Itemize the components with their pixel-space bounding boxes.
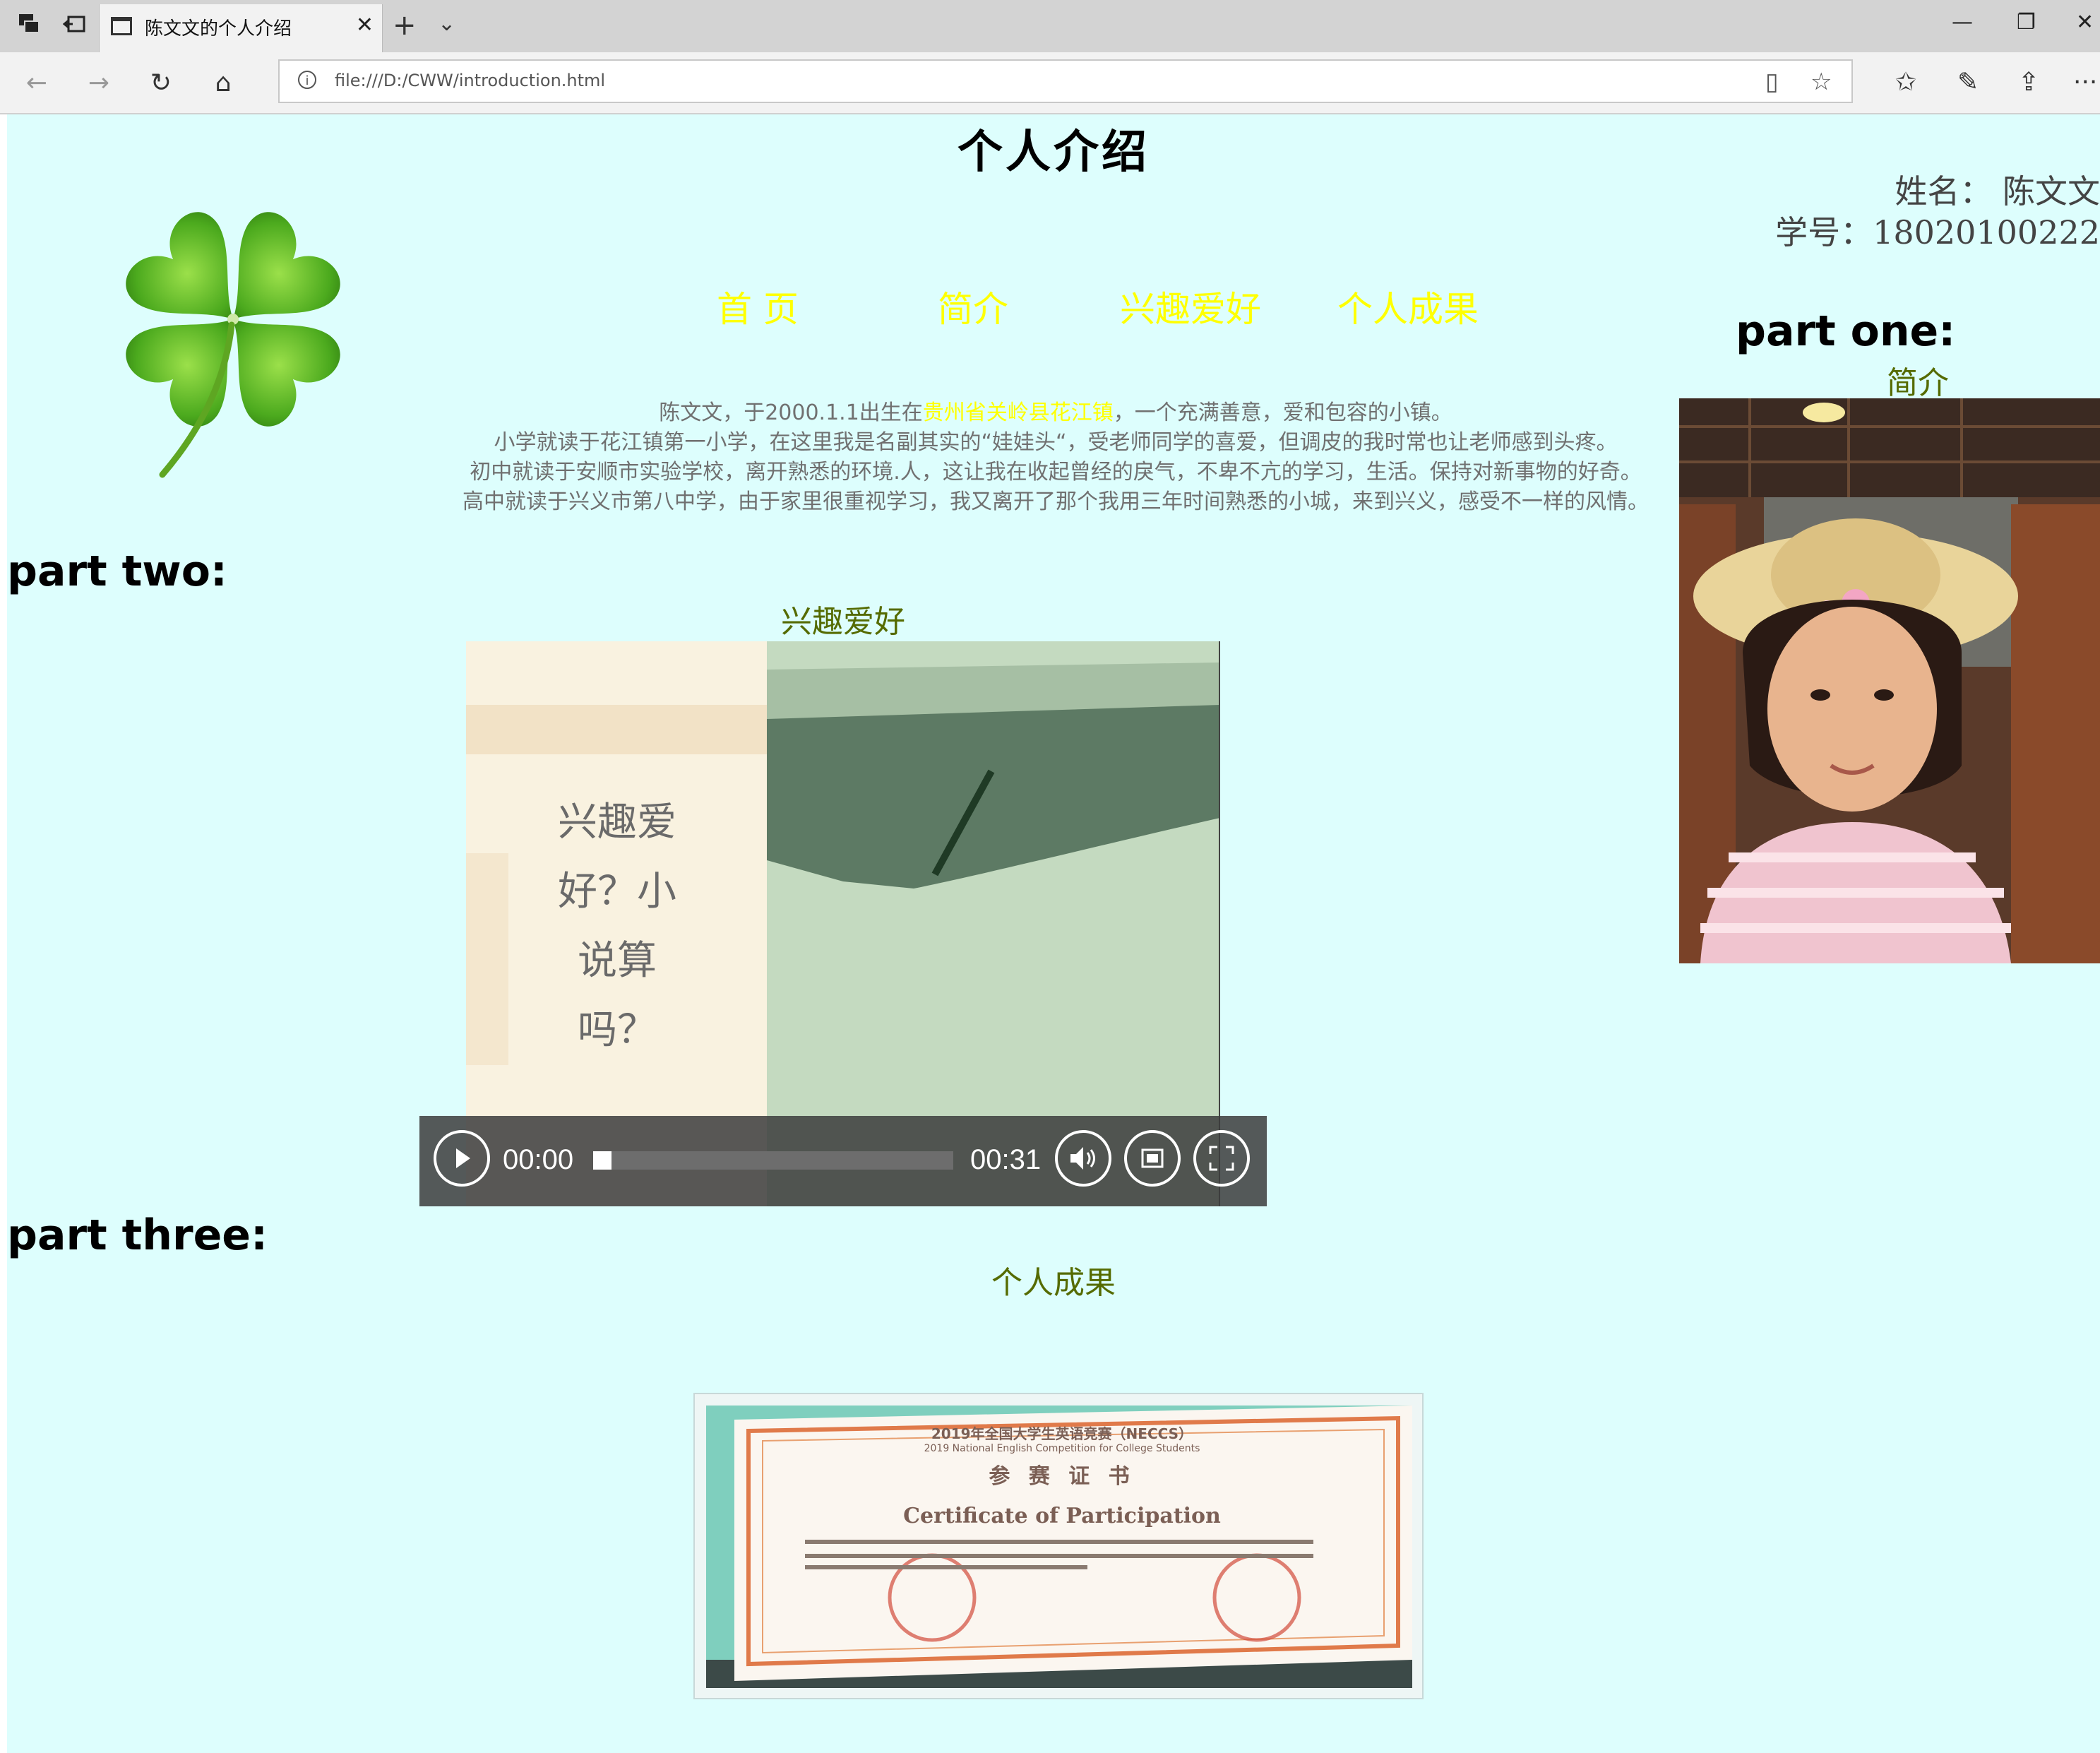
intro-line-1-start: 陈文文，于2000.1.1出生在 <box>659 400 923 425</box>
video-controls: 00:00 00:31 <box>419 1116 1267 1206</box>
share-icon[interactable]: ⇪ <box>2018 68 2039 97</box>
total-time: 00:31 <box>970 1144 1042 1175</box>
part-one-subtitle: 简介 <box>1887 365 1949 401</box>
play-button[interactable] <box>434 1130 490 1187</box>
web-note-icon[interactable]: ✎ <box>1957 68 1979 97</box>
set-aside-tabs-icon[interactable] <box>61 13 89 41</box>
video-caption-line-4: 吗？ <box>578 1007 657 1053</box>
favorites-icon[interactable]: ✩ <box>1895 68 1916 97</box>
certificate-line-1: 2019年全国大学生英语竞赛（NECCS） <box>931 1425 1193 1442</box>
nav-link-hobbies[interactable]: 兴趣爱好 <box>1120 281 1261 332</box>
intro-line-4: 高中就读于兴义市第八中学，由于家里很重视学习，我又离开了那个我用三年时间熟悉的小… <box>463 489 1649 514</box>
nav-link-achievements[interactable]: 个人成果 <box>1337 281 1479 332</box>
address-text[interactable]: file:///D:/CWW/introduction.html <box>335 71 605 90</box>
part-three-title: part three: <box>7 1211 268 1260</box>
tab-actions-icon[interactable] <box>16 13 44 41</box>
hometown-highlight: 贵州省关岭县花江镇 <box>922 400 1114 425</box>
back-icon[interactable]: ← <box>21 68 52 99</box>
favorite-star-icon[interactable]: ☆ <box>1810 68 1832 96</box>
reading-view-icon[interactable]: ▯ <box>1765 68 1779 96</box>
intro-line-1-end: ，一个充满善意，爱和包容的小镇。 <box>1113 400 1452 425</box>
page-content: 个人介绍 姓名： 陈文文 学号：18020100222 首 页 简介 兴趣爱好 … <box>7 114 2100 1753</box>
current-time: 00:00 <box>503 1144 574 1175</box>
intro-paragraph: 陈文文，于2000.1.1出生在贵州省关岭县花江镇，一个充满善意，爱和包容的小镇… <box>424 398 1688 517</box>
intro-line-1: 陈文文，于2000.1.1出生在贵州省关岭县花江镇，一个充满善意，爱和包容的小镇… <box>424 398 1688 428</box>
intro-line-2: 小学就读于花江镇第一小学，在这里我是名副其实的“娃娃头“，受老师同学的喜爱，但调… <box>494 430 1618 455</box>
tab-close-icon[interactable]: ✕ <box>356 13 374 37</box>
refresh-icon[interactable]: ↻ <box>145 68 177 99</box>
certificate-text: 2019年全国大学生英语竞赛（NECCS） 2019 National Engl… <box>801 1422 1323 1528</box>
more-icon[interactable]: ··· <box>2073 68 2097 97</box>
part-three-subtitle: 个人成果 <box>991 1265 1116 1301</box>
site-info-icon[interactable]: i <box>298 71 316 89</box>
tab-title: 陈文文的个人介绍 <box>145 18 292 40</box>
intro-line-3: 初中就读于安顺市实验学校，离开熟悉的环境.人，这让我在收起曾经的戾气，不卑不亢的… <box>470 460 1642 485</box>
certificate-line-4: Certificate of Participation <box>903 1504 1221 1528</box>
student-id-line: 学号：18020100222 <box>1775 213 2100 251</box>
navigation-toolbar: ← → ↻ ⌂ i file:///D:/CWW/introduction.ht… <box>0 52 2100 114</box>
certificate-line-3: 参 赛 证 书 <box>989 1464 1135 1489</box>
part-two-subtitle: 兴趣爱好 <box>781 604 905 640</box>
video-caption-line-2: 好？小 <box>558 869 676 915</box>
video-caption-line-1: 兴趣爱 <box>558 800 676 845</box>
fullscreen-icon[interactable] <box>1193 1130 1250 1187</box>
minimize-button[interactable]: — <box>1952 10 1973 35</box>
address-bar[interactable]: i file:///D:/CWW/introduction.html ▯ ☆ <box>278 59 1853 103</box>
video-caption-line-3: 说算 <box>578 938 657 984</box>
video-caption: 兴趣爱 好？小 说算 吗？ <box>525 788 709 1065</box>
certificate-photo: 2019年全国大学生英语竞赛（NECCS） 2019 National Engl… <box>693 1393 1424 1699</box>
volume-icon[interactable] <box>1055 1130 1111 1187</box>
tab-bar: 陈文文的个人介绍 ✕ + ⌄ — ❐ ✕ <box>0 0 2100 52</box>
new-tab-button[interactable]: + <box>393 10 417 41</box>
part-two-title: part two: <box>7 547 227 596</box>
restore-button[interactable]: ❐ <box>2017 10 2036 35</box>
active-tab[interactable]: 陈文文的个人介绍 ✕ <box>99 4 383 52</box>
portrait-photo <box>1679 398 2100 963</box>
home-icon[interactable]: ⌂ <box>208 68 239 99</box>
zoom-icon[interactable] <box>1124 1130 1181 1187</box>
certificate-line-2: 2019 National English Competition for Co… <box>924 1443 1200 1454</box>
clover-image <box>126 212 340 478</box>
part-one-title: part one: <box>1736 307 1956 356</box>
close-window-button[interactable]: ✕ <box>2076 10 2094 35</box>
page-icon <box>111 17 132 35</box>
nav-link-home[interactable]: 首 页 <box>717 281 799 332</box>
seek-bar[interactable] <box>593 1151 953 1170</box>
seek-thumb[interactable] <box>593 1151 611 1170</box>
id-info: 姓名： 陈文文 学号：18020100222 <box>1775 171 2100 253</box>
tab-preview-chevron-icon[interactable]: ⌄ <box>438 11 455 36</box>
nav-link-intro[interactable]: 简介 <box>938 281 1008 332</box>
name-line: 姓名： 陈文文 <box>1895 172 2100 210</box>
forward-icon[interactable]: → <box>83 68 114 99</box>
